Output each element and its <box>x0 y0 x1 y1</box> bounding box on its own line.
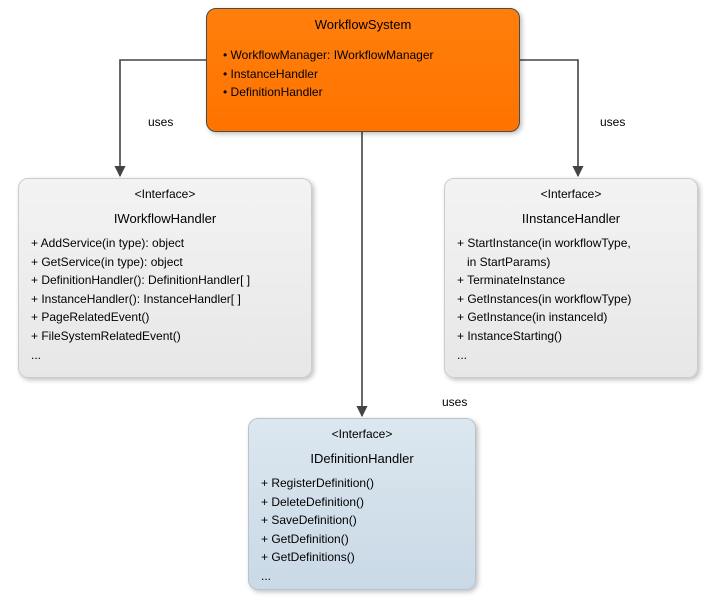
member: + GetDefinition() <box>261 530 463 549</box>
member-ellipsis: ... <box>31 346 299 365</box>
class-title: WorkflowSystem <box>219 17 507 32</box>
edge-label-uses-right: uses <box>600 115 625 129</box>
interface-members: + AddService(in type): object + GetServi… <box>31 234 299 364</box>
member: + GetInstances(in workflowType) <box>457 290 685 309</box>
stereotype-label: <Interface> <box>457 187 685 201</box>
member: + GetDefinitions() <box>261 548 463 567</box>
class-workflow-system: WorkflowSystem WorkflowManager: IWorkflo… <box>206 8 520 132</box>
attr-definition-handler: DefinitionHandler <box>223 83 507 102</box>
member-ellipsis: ... <box>457 346 685 365</box>
stereotype-label: <Interface> <box>31 187 299 201</box>
member: + SaveDefinition() <box>261 511 463 530</box>
attr-instance-handler: InstanceHandler <box>223 65 507 84</box>
member: + InstanceStarting() <box>457 327 685 346</box>
member: + DefinitionHandler(): DefinitionHandler… <box>31 271 299 290</box>
interface-members: + StartInstance(in workflowType, in Star… <box>457 234 685 364</box>
interface-name: IDefinitionHandler <box>261 451 463 466</box>
interface-iinstance-handler: <Interface> IInstanceHandler + StartInst… <box>444 178 698 378</box>
edge-label-uses-left: uses <box>148 115 173 129</box>
member: + FileSystemRelatedEvent() <box>31 327 299 346</box>
member: + TerminateInstance <box>457 271 685 290</box>
class-attributes: WorkflowManager: IWorkflowManager Instan… <box>219 46 507 102</box>
member: + RegisterDefinition() <box>261 474 463 493</box>
member: + DeleteDefinition() <box>261 493 463 512</box>
member: + StartInstance(in workflowType, <box>457 234 685 253</box>
member: + GetService(in type): object <box>31 253 299 272</box>
edge-label-uses-bottom: uses <box>442 395 467 409</box>
member: in StartParams) <box>457 253 685 272</box>
member: + GetInstance(in instanceId) <box>457 308 685 327</box>
interface-idefinition-handler: <Interface> IDefinitionHandler + Registe… <box>248 418 476 590</box>
member: + PageRelatedEvent() <box>31 308 299 327</box>
interface-members: + RegisterDefinition() + DeleteDefinitio… <box>261 474 463 586</box>
member: + AddService(in type): object <box>31 234 299 253</box>
attr-workflow-manager: WorkflowManager: IWorkflowManager <box>223 46 507 65</box>
member: + InstanceHandler(): InstanceHandler[ ] <box>31 290 299 309</box>
member-ellipsis: ... <box>261 567 463 586</box>
interface-name: IInstanceHandler <box>457 211 685 226</box>
interface-name: IWorkflowHandler <box>31 211 299 226</box>
stereotype-label: <Interface> <box>261 427 463 441</box>
interface-iworkflow-handler: <Interface> IWorkflowHandler + AddServic… <box>18 178 312 378</box>
